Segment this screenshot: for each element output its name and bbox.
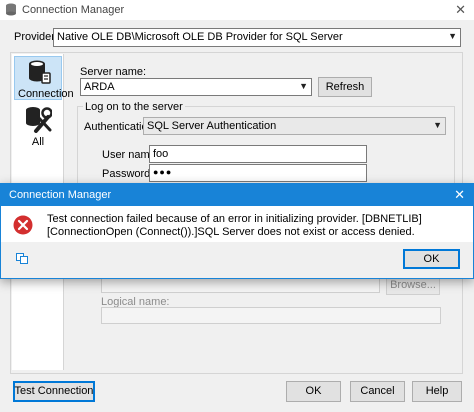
provider-value: Native OLE DB\Microsoft OLE DB Provider … [57,31,343,43]
password-label: Password: [102,168,154,180]
database-app-icon [6,3,16,16]
chevron-down-icon: ▼ [299,81,308,91]
chevron-down-icon: ▼ [448,31,457,41]
logon-group-label: Log on to the server [83,101,185,113]
password-value: ●●● [153,167,173,177]
connection-icon [29,60,51,84]
error-dialog-title-bar: Connection Manager ✕ [1,184,473,206]
sidebar-item-all[interactable]: All [14,104,62,148]
window-close-icon[interactable]: ✕ [455,2,466,18]
title-bar: Connection Manager ✕ [0,0,474,20]
error-dialog: Connection Manager ✕ Test connection fai… [0,183,474,279]
error-dialog-close-icon[interactable]: ✕ [454,187,465,203]
server-name-value: ARDA [84,81,115,93]
error-icon [13,215,33,235]
help-button[interactable]: Help [412,381,462,402]
server-name-label: Server name: [80,66,147,78]
provider-label: Provider: [14,31,59,43]
test-connection-button[interactable]: Test Connection [13,381,95,402]
tools-icon [26,107,52,133]
username-input[interactable]: foo [149,145,367,163]
copy-details-icon[interactable] [16,253,29,264]
chevron-down-icon: ▼ [433,120,442,130]
sidebar-item-connection[interactable]: Connection [14,56,74,100]
error-dialog-footer: OK [1,242,473,278]
password-input[interactable]: ●●● [149,164,367,182]
refresh-button[interactable]: Refresh [318,77,372,97]
ok-button[interactable]: OK [286,381,341,402]
sidebar-item-label: Connection [18,88,74,100]
authentication-value: SQL Server Authentication [147,120,277,132]
error-ok-button[interactable]: OK [403,249,460,269]
database-file-input[interactable] [101,277,380,293]
error-dialog-title: Connection Manager [9,189,112,201]
sidebar-item-label: All [31,136,45,148]
error-message: Test connection failed because of an err… [47,213,422,238]
server-name-dropdown[interactable]: ARDA ▼ [80,78,312,96]
authentication-dropdown[interactable]: SQL Server Authentication ▼ [143,117,446,135]
provider-dropdown[interactable]: Native OLE DB\Microsoft OLE DB Provider … [53,28,461,47]
username-value: foo [153,148,169,160]
window-title: Connection Manager [22,4,125,16]
logical-name-input[interactable] [101,307,441,324]
cancel-button[interactable]: Cancel [350,381,405,402]
